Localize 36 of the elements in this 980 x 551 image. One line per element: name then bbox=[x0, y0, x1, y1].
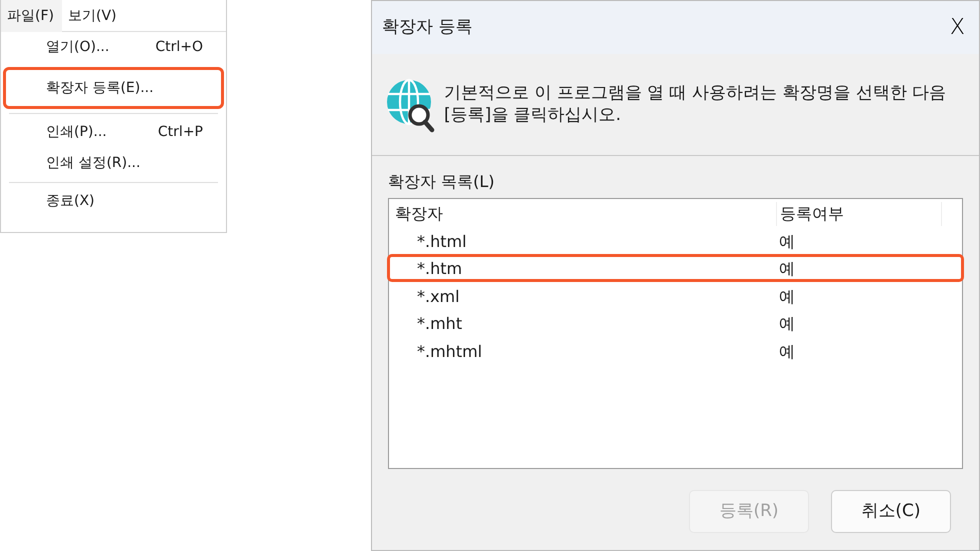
dialog-button[interactable]: 취소(C) bbox=[831, 490, 951, 533]
window-title: 확장자 등록 bbox=[382, 16, 472, 39]
menu-bar-item[interactable]: 파일(F) bbox=[1, 0, 62, 32]
menu-item-label: 인쇄(P)... bbox=[46, 123, 107, 142]
extension-cell-text: *.html bbox=[416, 230, 468, 252]
shortcut-text: Ctrl+O bbox=[155, 38, 203, 57]
menu-item[interactable]: 열기(O)... Ctrl+O bbox=[3, 32, 224, 63]
menu-item-label: 종료(X) bbox=[46, 192, 95, 211]
extension-cell-text: *.xml bbox=[416, 286, 461, 308]
status-cell-text: 예 bbox=[778, 258, 796, 280]
column-header[interactable]: 확장자 bbox=[390, 202, 776, 226]
list-row[interactable]: *.mht 예 bbox=[387, 309, 964, 336]
instruction-text: 기본적으로 이 프로그램을 열 때 사용하려는 확장명을 선택한 다음 [등록]을 클릭하십시오. bbox=[444, 83, 948, 126]
status-cell-text: 예 bbox=[778, 340, 796, 362]
column-header[interactable]: 등록여부 bbox=[776, 202, 941, 226]
extension-cell-text: *.mhtml bbox=[416, 340, 484, 362]
extension-cell-text: *.mht bbox=[416, 313, 464, 335]
list-row[interactable]: *.html 예 bbox=[387, 226, 964, 254]
status-cell-text: 예 bbox=[778, 313, 796, 335]
extension-cell-text: *.htm bbox=[416, 258, 464, 280]
list-row[interactable]: *.mhtml 예 bbox=[387, 336, 964, 364]
list-row[interactable]: *.htm 예 bbox=[387, 254, 964, 282]
status-cell-text: 예 bbox=[778, 230, 796, 252]
shortcut-text: Ctrl+P bbox=[158, 123, 203, 142]
menu-item-label: 확장자 등록(E)... bbox=[46, 78, 154, 98]
status-cell-text: 예 bbox=[778, 286, 796, 308]
menu-item[interactable]: 인쇄(P)... Ctrl+P bbox=[3, 117, 224, 148]
menu-item[interactable]: 종료(X) bbox=[3, 186, 224, 217]
list-row[interactable]: *.xml 예 bbox=[387, 282, 964, 309]
menu-item[interactable]: 확장자 등록(E)... bbox=[3, 67, 224, 109]
close-button[interactable]: X bbox=[946, 11, 969, 44]
menu-item-label: 인쇄 설정(R)... bbox=[46, 154, 140, 173]
list-label: 확장자 목록(L) bbox=[388, 171, 496, 193]
menu-item-label: 열기(O)... bbox=[46, 38, 110, 57]
menu-bar-item[interactable]: 보기(V) bbox=[62, 0, 124, 32]
menu-item[interactable]: 인쇄 설정(R)... bbox=[3, 148, 224, 179]
